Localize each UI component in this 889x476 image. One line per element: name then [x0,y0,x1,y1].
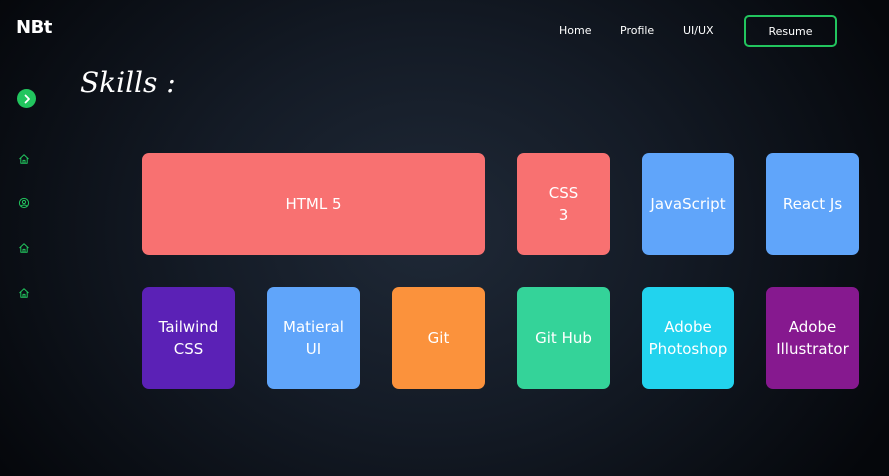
skill-label: 3 [558,206,569,224]
nav-profile-link[interactable]: Profile [620,24,654,37]
skill-tile-html: HTML 5 [142,153,485,255]
skill-label: CSS [548,184,579,202]
skill-label: Adobe [788,318,837,336]
skills-heading: Skills : [80,66,176,99]
skill-label: Photoshop [648,340,728,358]
resume-button-label: Resume [768,24,813,38]
skill-label: Matieral [283,318,344,336]
skill-tile-javascript: JavaScript [642,153,734,255]
skill-tile-illustrator: Adobe Illustrator [766,287,859,389]
skill-tile-photoshop: Adobe Photoshop [642,287,734,389]
skill-label: UI [305,340,322,358]
skill-label: Adobe [664,318,712,336]
home-icon[interactable] [18,287,30,299]
nav-home-link[interactable]: Home [559,24,591,37]
nav-uiux-link[interactable]: UI/UX [683,24,714,37]
skill-tile-github: Git Hub [517,287,610,389]
sidebar-toggle-button[interactable] [17,89,36,108]
skill-label: React Js [782,195,843,213]
skill-label: Git Hub [535,329,592,347]
resume-button[interactable]: Resume [744,15,837,47]
skill-label: Illustrator [776,340,849,358]
skill-tile-tailwind: Tailwind CSS [142,287,235,389]
brand-logo[interactable]: NBt [16,17,52,38]
skill-label: JavaScript [650,195,726,213]
skill-label: CSS [173,340,204,358]
chevron-right-icon [24,94,30,103]
skill-label: HTML 5 [285,195,342,213]
skill-tile-material-ui: Matieral UI [267,287,360,389]
skill-tile-react: React Js [766,153,859,255]
skill-label: Tailwind [158,318,219,336]
user-circle-icon[interactable] [18,197,30,209]
skill-tile-css: CSS 3 [517,153,610,255]
home-icon[interactable] [18,242,30,254]
home-icon[interactable] [18,153,30,165]
skill-label: Git [427,329,450,347]
skill-tile-git: Git [392,287,485,389]
